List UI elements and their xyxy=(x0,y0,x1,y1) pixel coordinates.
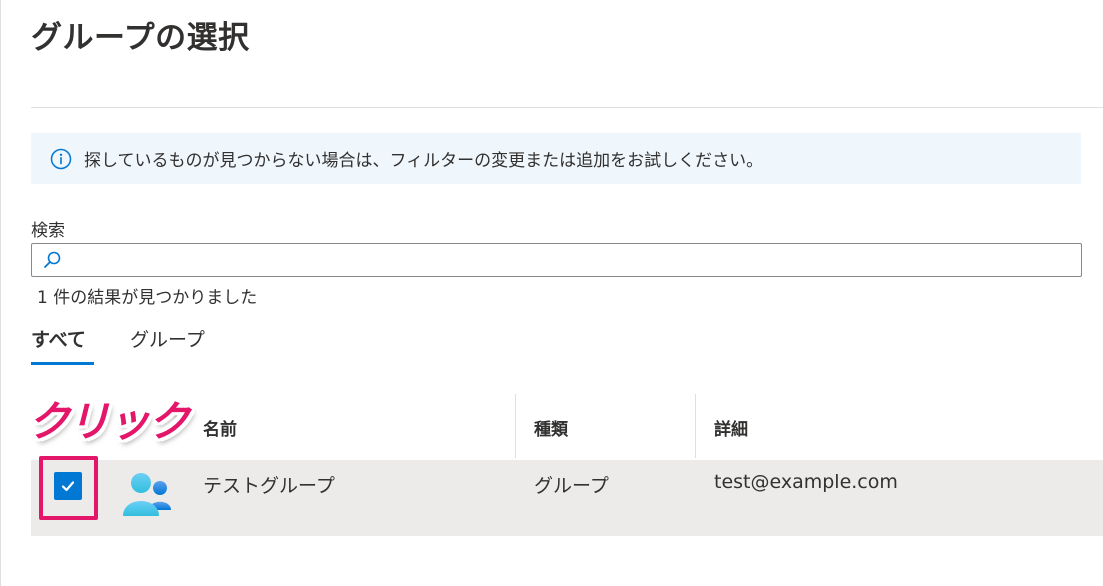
column-header-type[interactable]: 種類 xyxy=(534,415,568,440)
column-header-name[interactable]: 名前 xyxy=(203,415,237,440)
group-picker-page: グループの選択 探しているものが見つからない場合は、フィルターの変更または追加を… xyxy=(0,0,1103,586)
row-type: グループ xyxy=(534,475,609,497)
info-message-bar: 探しているものが見つからない場合は、フィルターの変更または追加をお試しください。 xyxy=(31,133,1081,184)
info-message-text: 探しているものが見つからない場合は、フィルターの変更または追加をお試しください。 xyxy=(84,151,764,171)
column-separator xyxy=(695,394,696,458)
row-name: テストグループ xyxy=(203,475,335,497)
column-header-detail[interactable]: 詳細 xyxy=(714,415,748,440)
page-title: グループの選択 xyxy=(31,20,250,56)
header-divider xyxy=(31,107,1103,108)
search-box[interactable] xyxy=(31,243,1082,278)
tab-selected-indicator xyxy=(31,362,94,365)
result-count: 1 件の結果が見つかりました xyxy=(37,288,258,308)
search-input[interactable] xyxy=(68,244,1072,278)
click-highlight-box xyxy=(39,456,98,520)
click-annotation-label: クリック xyxy=(28,397,190,446)
tab-group[interactable]: グループ xyxy=(130,325,205,352)
column-separator xyxy=(515,394,516,458)
row-detail: test@example.com xyxy=(714,471,898,493)
tab-all[interactable]: すべて xyxy=(31,325,86,352)
group-icon xyxy=(119,468,177,518)
search-label: 検索 xyxy=(31,221,65,241)
panel-border xyxy=(0,0,1,586)
search-icon xyxy=(42,250,62,270)
info-icon xyxy=(50,148,72,170)
